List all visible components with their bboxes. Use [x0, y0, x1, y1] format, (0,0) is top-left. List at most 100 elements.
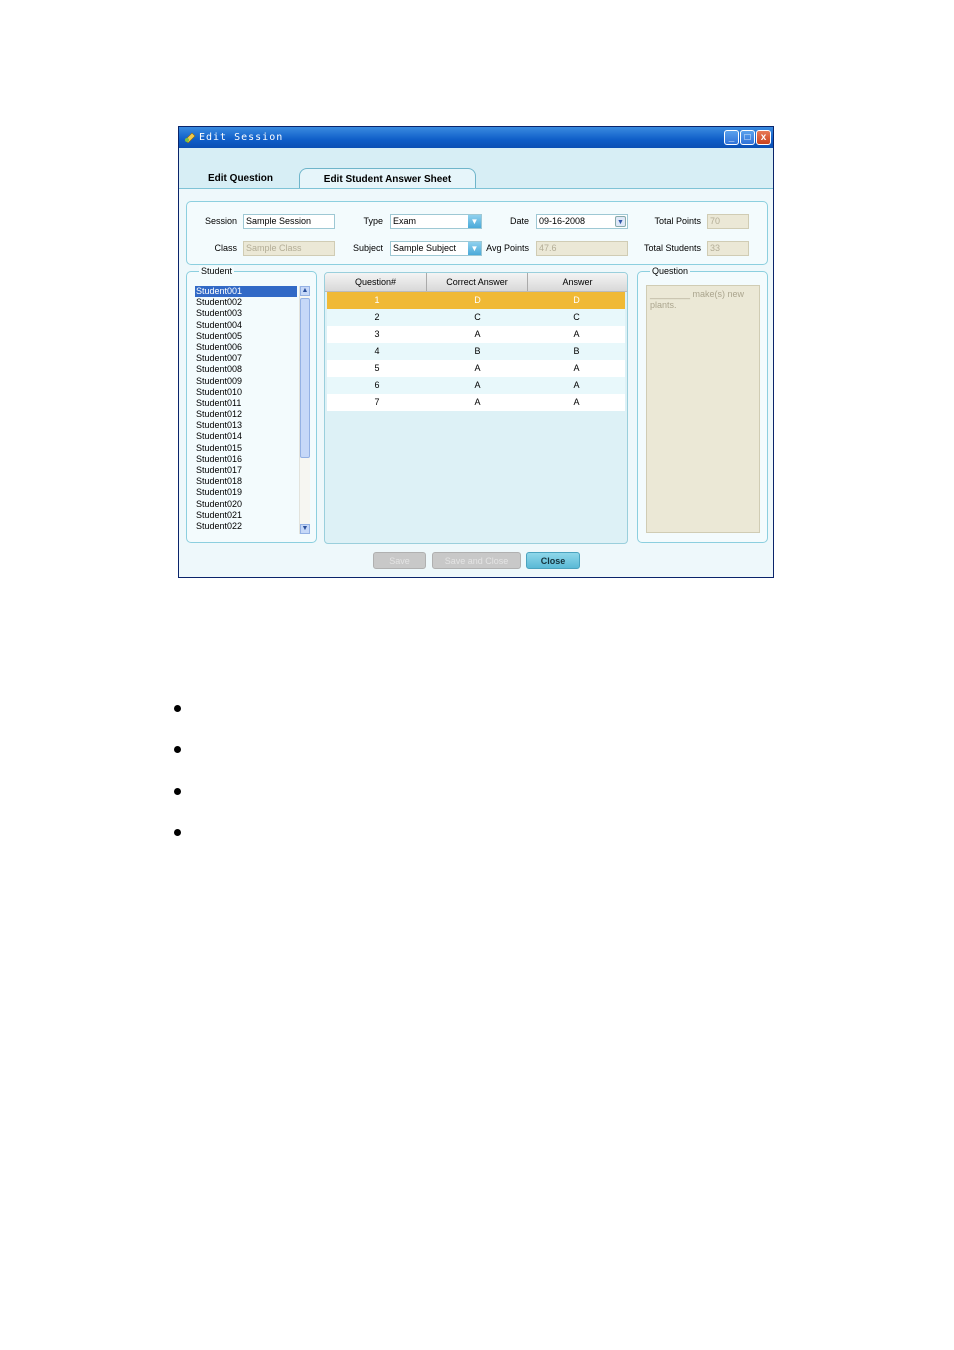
answer-cell[interactable]: D — [528, 292, 625, 309]
column-header-question[interactable]: Question# — [325, 273, 427, 291]
session-input[interactable]: Sample Session — [243, 214, 335, 229]
class-field: Sample Class — [243, 241, 335, 256]
correct-answer-cell: A — [474, 380, 481, 390]
subject-select[interactable]: Sample Subject ▼ — [390, 241, 482, 256]
list-item[interactable]: Student010 — [195, 387, 297, 398]
list-item[interactable]: Student009 — [195, 376, 297, 387]
answer-cell[interactable]: A — [528, 360, 625, 377]
type-value: Exam — [393, 216, 417, 226]
table-row[interactable]: 2 C C — [327, 309, 625, 326]
table-row[interactable]: 6 A A — [327, 377, 625, 394]
table-row[interactable]: 5 A A — [327, 360, 625, 377]
question-panel: Question ________ make(s) new plants. — [637, 266, 768, 543]
chevron-down-icon[interactable]: ▼ — [468, 215, 481, 228]
bullet-point — [174, 829, 181, 836]
correct-answer-cell: C — [474, 312, 481, 322]
list-item[interactable]: Student017 — [195, 465, 297, 476]
list-item[interactable]: Student001 — [195, 286, 297, 298]
column-header-answer[interactable]: Answer — [528, 273, 627, 291]
table-row[interactable]: 4 B B — [327, 343, 625, 360]
list-item[interactable]: Student021 — [195, 510, 297, 521]
save-and-close-button[interactable]: Save and Close — [432, 552, 521, 569]
avg-points-label: Avg Points — [486, 243, 529, 253]
title-bar[interactable]: Edit Session _ □ x — [179, 127, 773, 148]
list-item[interactable]: Student012 — [195, 409, 297, 420]
tab-strip: Edit Question Edit Student Answer Sheet — [179, 148, 773, 189]
session-info-panel: Session Sample Session Type Exam ▼ Date … — [186, 201, 768, 265]
student-panel: Student Student001 Student002 Student003 St… — [186, 266, 317, 543]
list-item[interactable]: Student016 — [195, 454, 297, 465]
scrollbar-thumb[interactable] — [300, 298, 310, 458]
total-students-label: Total Students — [643, 243, 701, 253]
question-text: ________ make(s) new plants. — [646, 285, 760, 533]
table-row[interactable]: 1 D D — [327, 292, 625, 309]
scroll-up-icon[interactable]: ▲ — [300, 286, 310, 296]
tab-edit-question[interactable]: Edit Question — [183, 168, 298, 189]
list-item[interactable]: Student002 — [195, 297, 297, 308]
list-item[interactable]: Student015 — [195, 443, 297, 454]
date-label: Date — [509, 216, 529, 226]
window-title: Edit Session — [199, 132, 284, 143]
type-label: Type — [363, 216, 383, 226]
calendar-dropdown-icon[interactable]: ▼ — [615, 216, 626, 227]
save-button[interactable]: Save — [373, 552, 426, 569]
student-list[interactable]: Student001 Student002 Student003 Student004… — [195, 286, 297, 534]
question-number-cell: 2 — [374, 312, 380, 322]
list-item[interactable]: Student006 — [195, 342, 297, 353]
minimize-icon[interactable]: _ — [724, 130, 739, 145]
column-header-correct-answer[interactable]: Correct Answer — [427, 273, 528, 291]
session-label: Session — [204, 216, 237, 226]
subject-value: Sample Subject — [393, 243, 457, 253]
total-points-field: 70 — [707, 214, 749, 229]
tab-edit-student-answer-sheet[interactable]: Edit Student Answer Sheet — [299, 168, 476, 189]
answer-cell[interactable]: B — [528, 343, 625, 360]
close-button[interactable]: Close — [526, 552, 580, 569]
table-row[interactable]: 3 A A — [327, 326, 625, 343]
question-number-cell: 6 — [374, 380, 380, 390]
correct-answer-cell: A — [474, 329, 481, 339]
avg-points-field: 47.6 — [536, 241, 628, 256]
correct-answer-cell: A — [474, 363, 481, 373]
list-item[interactable]: Student003 — [195, 308, 297, 319]
list-item[interactable]: Student014 — [195, 431, 297, 442]
bullet-point — [174, 788, 181, 795]
total-students-field: 33 — [707, 241, 749, 256]
question-number-cell: 4 — [374, 346, 380, 356]
table-row[interactable]: 7 A A — [327, 394, 625, 411]
student-list-scrollbar[interactable]: ▲ ▼ — [299, 286, 310, 534]
class-label: Class — [214, 243, 237, 253]
date-value: 09-16-2008 — [539, 216, 586, 226]
list-item[interactable]: Student022 — [195, 521, 297, 532]
list-item[interactable]: Student008 — [195, 364, 297, 375]
date-picker[interactable]: 09-16-2008 ▼ — [536, 214, 628, 229]
answer-cell[interactable]: A — [528, 377, 625, 394]
total-points-label: Total Points — [654, 216, 701, 226]
list-item[interactable]: Student007 — [195, 353, 297, 364]
list-item[interactable]: Student019 — [195, 487, 297, 498]
question-number-cell: 5 — [374, 363, 380, 373]
correct-answer-cell: A — [474, 397, 481, 407]
list-item[interactable]: Student011 — [195, 398, 297, 409]
correct-answer-cell: D — [474, 295, 481, 305]
question-number-cell: 3 — [374, 329, 380, 339]
answer-cell[interactable]: A — [528, 326, 625, 343]
student-panel-title: Student — [199, 266, 235, 276]
list-item[interactable]: Student018 — [195, 476, 297, 487]
type-select[interactable]: Exam ▼ — [390, 214, 482, 229]
list-item[interactable]: Student004 — [195, 320, 297, 331]
maximize-icon[interactable]: □ — [740, 130, 755, 145]
app-icon — [184, 132, 196, 143]
question-number-cell: 7 — [374, 397, 380, 407]
list-item[interactable]: Student013 — [195, 420, 297, 431]
subject-label: Subject — [352, 243, 383, 253]
question-panel-title: Question — [650, 266, 691, 276]
list-item[interactable]: Student005 — [195, 331, 297, 342]
bullet-point — [174, 705, 181, 712]
list-item[interactable]: Student020 — [195, 499, 297, 510]
scroll-down-icon[interactable]: ▼ — [300, 524, 310, 534]
answer-cell[interactable]: A — [528, 394, 625, 411]
answer-sheet-table: Question# Correct Answer Answer 1 D D 2 C C 3 A… — [324, 272, 628, 544]
close-window-icon[interactable]: x — [756, 130, 771, 145]
question-number-cell: 1 — [374, 295, 380, 305]
answer-cell[interactable]: C — [528, 309, 625, 326]
